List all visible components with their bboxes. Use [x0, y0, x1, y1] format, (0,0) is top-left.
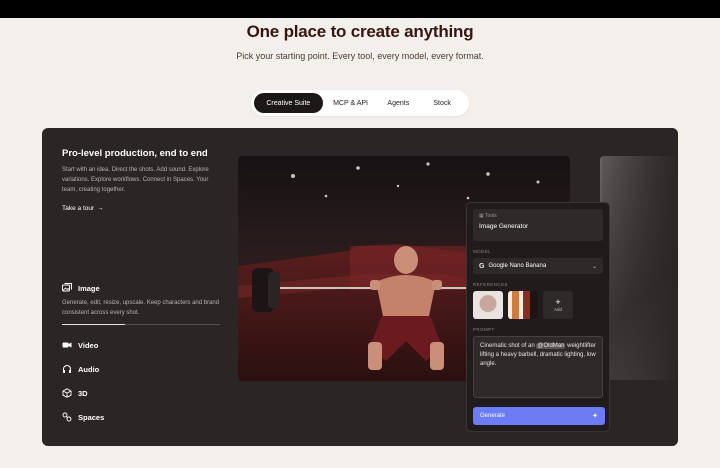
reference-image-palette[interactable]: [508, 291, 538, 319]
feature-video[interactable]: Video: [62, 333, 220, 357]
tab-mcp-api[interactable]: MCP & API: [323, 93, 379, 113]
feature-image-label: Image: [78, 283, 100, 293]
model-select[interactable]: G Google Nano Banana ⌄: [473, 258, 603, 274]
grid-icon: ▦: [479, 213, 484, 219]
feature-list: Image Generate, edit, resize, upscale. K…: [62, 276, 220, 429]
plus-icon: +: [555, 297, 561, 307]
references-list: + Add: [473, 291, 603, 319]
tab-agents[interactable]: Agents: [378, 93, 418, 113]
feature-spaces-label: Spaces: [78, 412, 105, 422]
feature-progress-fill: [62, 324, 126, 325]
google-logo-icon: G: [479, 262, 485, 270]
tab-stock[interactable]: Stock: [418, 93, 466, 113]
feature-image[interactable]: Image: [62, 276, 220, 300]
reference-image-portrait[interactable]: [473, 291, 503, 319]
creative-suite-panel: Pro-level production, end to end Start w…: [42, 128, 678, 446]
intro-block: Pro-level production, end to end Start w…: [62, 148, 222, 212]
feature-audio[interactable]: Audio: [62, 357, 220, 381]
feature-video-label: Video: [78, 340, 99, 350]
feature-3d-label: 3D: [78, 388, 88, 398]
prompt-label: PROMPT: [473, 327, 495, 332]
feature-image-description: Generate, edit, resize, upscale. Keep ch…: [62, 300, 220, 316]
arrow-right-icon: →: [97, 205, 104, 212]
prompt-text-before: Cinematic shot of an: [480, 343, 537, 349]
generate-label: Generate: [480, 413, 506, 419]
take-tour-link[interactable]: Take a tour →: [62, 205, 222, 212]
tools-kicker-label: Tools: [485, 213, 497, 219]
intro-title: Pro-level production, end to end: [62, 148, 208, 159]
model-value: Google Nano Banana: [488, 263, 547, 269]
intro-description: Start with an idea. Direct the shots. Ad…: [62, 167, 209, 193]
cube-icon: [62, 388, 72, 398]
right-fade: [602, 128, 678, 446]
product-tabs: Creative Suite MCP & API Agents Stock: [251, 90, 469, 116]
tools-kicker: ▦ Tools: [479, 213, 597, 219]
page-title: One place to create anything: [246, 22, 474, 41]
tool-header[interactable]: ▦ Tools Image Generator: [473, 209, 603, 241]
chevron-down-icon: ⌄: [591, 263, 597, 270]
feature-3d[interactable]: 3D: [62, 381, 220, 405]
tab-creative-suite[interactable]: Creative Suite: [254, 93, 323, 113]
add-reference-label: Add: [553, 307, 562, 312]
feature-audio-label: Audio: [78, 364, 100, 374]
spaces-icon: [62, 412, 72, 422]
add-reference-button[interactable]: + Add: [543, 291, 573, 319]
feature-progress-bar: [62, 324, 220, 325]
generate-button[interactable]: Generate ✦: [473, 407, 605, 425]
image-stack-icon: [62, 283, 72, 293]
model-label: MODEL: [473, 249, 492, 254]
prompt-input[interactable]: Cinematic shot of an @OldMan weightlifte…: [473, 336, 603, 398]
tool-name: Image Generator: [479, 223, 529, 230]
page-subtitle: Pick your starting point. Every tool, ev…: [236, 51, 484, 61]
sparkle-icon: ✦: [592, 413, 598, 420]
top-bar: [0, 0, 720, 18]
take-tour-label: Take a tour: [62, 205, 95, 212]
prompt-mention[interactable]: @OldMan: [536, 343, 566, 349]
headphones-icon: [62, 364, 72, 374]
feature-spaces[interactable]: Spaces: [62, 405, 220, 429]
image-generator-panel: ▦ Tools Image Generator MODEL G Google N…: [466, 202, 610, 432]
references-label: REFERENCES: [473, 282, 508, 287]
video-camera-icon: [62, 340, 72, 350]
